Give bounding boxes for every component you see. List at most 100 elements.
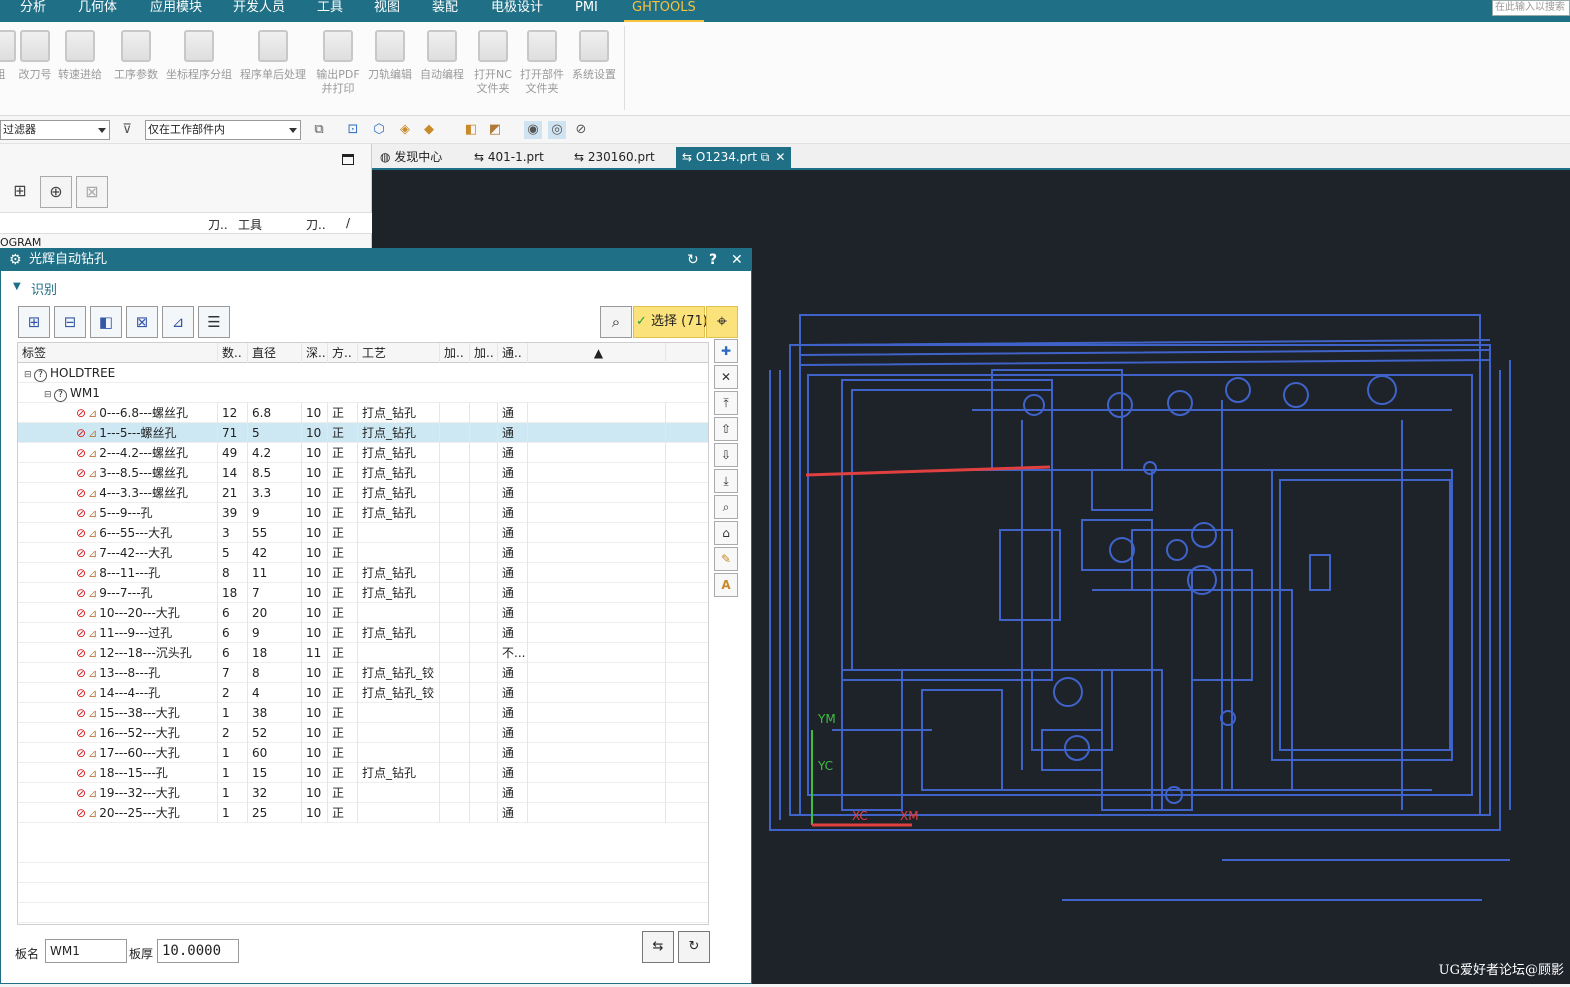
hide-icon[interactable]: ⊘ — [572, 121, 590, 139]
prohibit-icon[interactable]: ⊘ — [76, 486, 86, 500]
reset-icon[interactable]: ↻ — [687, 249, 699, 271]
refresh-icon[interactable]: ⇆ — [642, 931, 674, 963]
prohibit-icon[interactable]: ⊘ — [76, 646, 86, 660]
prohibit-icon[interactable]: ⊘ — [76, 526, 86, 540]
column-header[interactable]: 数.. — [218, 343, 248, 363]
column-header[interactable]: 加.. — [470, 343, 498, 363]
menu-electrode[interactable]: 电极设计 — [491, 0, 543, 22]
column-header[interactable]: 深.. — [302, 343, 328, 363]
table-row[interactable]: ⊘ ⊿ 11---9---过孔 6 9 10 正打点_钻孔 通 — [18, 623, 708, 643]
table-row[interactable]: ⊘ ⊿ 7---42---大孔 5 42 10 正 通 — [18, 543, 708, 563]
ribbon-button-group[interactable]: 组 — [0, 30, 16, 82]
select-button[interactable]: ✓ 选择 (71) — [633, 306, 708, 338]
menu-ghtools[interactable]: GHTOOLS — [624, 0, 704, 22]
ribbon-button-toolpath-edit[interactable]: 刀轨编辑 — [366, 30, 414, 82]
ribbon-button-auto-program[interactable]: 自动编程 — [418, 30, 466, 82]
prohibit-icon[interactable]: ⊘ — [76, 446, 86, 460]
prohibit-icon[interactable]: ⊘ — [76, 426, 86, 440]
table-row[interactable]: ⊘ ⊿ 4---3.3---螺丝孔 21 3.3 10 正打点_钻孔 通 — [18, 483, 708, 503]
table-row[interactable]: ⊘ ⊿ 18---15---孔 1 15 10 正打点_钻孔 通 — [18, 763, 708, 783]
prohibit-icon[interactable]: ⊘ — [76, 406, 86, 420]
tab-discover[interactable]: ◍ 发现中心 — [374, 147, 448, 169]
column-header[interactable]: 加.. — [440, 343, 470, 363]
menu-analysis[interactable]: 分析 — [20, 0, 46, 22]
tool-assign-icon[interactable]: ⊿ — [162, 306, 194, 338]
ribbon-button-open-nc-folder[interactable]: 打开NC 文件夹 — [470, 30, 516, 96]
menu-tools[interactable]: 工具 — [317, 0, 343, 22]
table-row[interactable]: ⊘ ⊿ 12---18---沉头孔 6 18 11 正 不... — [18, 643, 708, 663]
mcs-visibility-icon[interactable]: ◉ — [524, 121, 542, 139]
collapse-icon[interactable]: ⊟ — [24, 365, 34, 383]
brush-icon[interactable]: ✎ — [714, 547, 738, 571]
recognize-holes-icon[interactable]: ⊞ — [18, 306, 50, 338]
ribbon-button-operation-params[interactable]: 工序参数 — [112, 30, 160, 82]
collapse-icon[interactable]: ⊟ — [44, 385, 54, 403]
plate-name-input[interactable]: WM1 — [45, 939, 127, 963]
prohibit-icon[interactable]: ⊘ — [76, 466, 86, 480]
regenerate-icon[interactable]: ↻ — [678, 931, 710, 963]
prohibit-icon[interactable]: ⊘ — [76, 586, 86, 600]
column-header[interactable]: 刀.. — [306, 216, 326, 233]
command-search-input[interactable]: 在此输入以搜索 — [1492, 0, 1570, 16]
prohibit-icon[interactable]: ⊘ — [76, 726, 86, 740]
table-row[interactable]: ⊘ ⊿ 5---9---孔 39 9 10 正打点_钻孔 通 — [18, 503, 708, 523]
filter-icon[interactable]: ⊽ — [118, 121, 136, 139]
list-icon[interactable]: ☰ — [198, 306, 230, 338]
table-row[interactable]: ⊘ ⊿ 19---32---大孔 1 32 10 正 通 — [18, 783, 708, 803]
prohibit-icon[interactable]: ⊘ — [76, 706, 86, 720]
column-header[interactable]: / — [346, 216, 350, 230]
table-row[interactable]: ⊘ ⊿ 1---5---螺丝孔 71 5 10 正打点_钻孔 通 — [18, 423, 708, 443]
remove-icon[interactable]: ✕ — [714, 365, 738, 389]
prohibit-icon[interactable]: ⊘ — [76, 626, 86, 640]
add-point-icon[interactable]: ✚ — [714, 339, 738, 363]
close-icon[interactable]: ✕ — [731, 249, 743, 271]
find-icon[interactable]: ⌕ — [714, 495, 738, 519]
move-top-icon[interactable]: ⤒ — [714, 391, 738, 415]
snap-point-icon[interactable]: ◆ — [420, 121, 438, 139]
menu-pmi[interactable]: PMI — [575, 0, 598, 22]
gear-icon[interactable]: ⚙ — [9, 249, 22, 271]
move-down-icon[interactable]: ⇩ — [714, 443, 738, 467]
menu-developer[interactable]: 开发人员 — [233, 0, 285, 22]
column-header[interactable]: 方.. — [328, 343, 358, 363]
table-row[interactable]: ⊘ ⊿ 2---4.2---螺丝孔 49 4.2 10 正打点_钻孔 通 — [18, 443, 708, 463]
column-header[interactable]: 通.. — [498, 343, 528, 363]
program-view-icon[interactable]: ⊞ — [4, 176, 36, 208]
table-row[interactable]: ⊘ ⊿ 8---11---孔 8 11 10 正打点_钻孔 通 — [18, 563, 708, 583]
ribbon-button-tool-number[interactable]: 改刀号 — [16, 30, 54, 82]
menu-application[interactable]: 应用模块 — [150, 0, 202, 22]
section-recognize[interactable]: 识别 — [31, 279, 57, 298]
menu-assembly[interactable]: 装配 — [432, 0, 458, 22]
prohibit-icon[interactable]: ⊘ — [76, 606, 86, 620]
body-icon[interactable]: ◧ — [462, 121, 480, 139]
selection-menu-icon[interactable]: ⧉ — [310, 121, 328, 139]
prohibit-icon[interactable]: ⊘ — [76, 506, 86, 520]
ribbon-button-open-part-folder[interactable]: 打开部件 文件夹 — [518, 30, 566, 96]
find-icon[interactable]: ⌕ — [600, 306, 632, 338]
prohibit-icon[interactable]: ⊘ — [76, 546, 86, 560]
hole-feature-icon[interactable]: ⊟ — [54, 306, 86, 338]
show-icon[interactable]: ◎ — [548, 121, 566, 139]
select-feature-icon[interactable]: ⊡ — [344, 121, 362, 139]
prohibit-icon[interactable]: ⊘ — [76, 566, 86, 580]
column-header[interactable]: 工艺 — [358, 343, 440, 363]
column-header[interactable]: 直径 — [248, 343, 302, 363]
table-row[interactable]: ⊘ ⊿ 3---8.5---螺丝孔 14 8.5 10 正打点_钻孔 通 — [18, 463, 708, 483]
menu-view[interactable]: 视图 — [374, 0, 400, 22]
scope-select[interactable]: 仅在工作部件内 — [145, 120, 301, 140]
ribbon-button-postprocess[interactable]: 程序单后处理 — [238, 30, 308, 82]
sort-arrow-icon[interactable]: ▲ — [528, 343, 666, 363]
table-row[interactable]: ⊘ ⊿ 16---52---大孔 2 52 10 正 通 — [18, 723, 708, 743]
table-row[interactable]: ⊘ ⊿ 17---60---大孔 1 60 10 正 通 — [18, 743, 708, 763]
plate-thickness-input[interactable]: 10.0000 — [157, 939, 239, 963]
column-header[interactable]: 标签 — [18, 343, 218, 363]
plate-icon[interactable]: ⊠ — [126, 306, 158, 338]
table-row[interactable]: ⊘ ⊿ 13---8---孔 7 8 10 正打点_钻孔_铰 通 — [18, 663, 708, 683]
table-row[interactable]: ⊘ ⊿ 10---20---大孔 6 20 10 正 通 — [18, 603, 708, 623]
ribbon-button-coordinate-group[interactable]: 坐标程序分组 — [164, 30, 234, 82]
table-row[interactable]: ⊘ ⊿ 6---55---大孔 3 55 10 正 通 — [18, 523, 708, 543]
column-header[interactable]: 工具 — [238, 216, 262, 233]
tag-icon[interactable]: ⌂ — [714, 521, 738, 545]
column-header[interactable]: 刀.. — [208, 216, 228, 233]
table-row[interactable]: ⊘ ⊿ 20---25---大孔 1 25 10 正 通 — [18, 803, 708, 823]
